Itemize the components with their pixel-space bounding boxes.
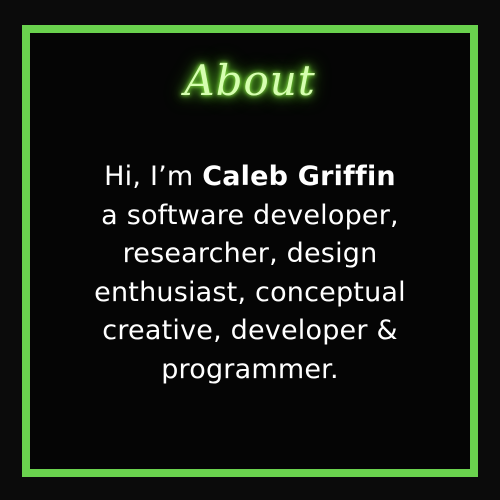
bio-line: enthusiast, conceptual [94,276,406,308]
about-card: About Hi, I’m Caleb Griffin a software d… [0,0,500,500]
person-name: Caleb Griffin [202,161,396,192]
bio-line: programmer. [161,353,339,385]
about-heading: About [184,56,316,105]
greeting-text: Hi, I’m [104,161,194,192]
bio-greeting-line: Hi, I’m Caleb Griffin [0,158,500,197]
bio-text: Hi, I’m Caleb Griffin a software develop… [0,158,500,389]
bio-line: researcher, design [122,238,378,269]
bio-line: creative, developer & [102,315,398,346]
bio-line: a software developer, [101,199,399,231]
